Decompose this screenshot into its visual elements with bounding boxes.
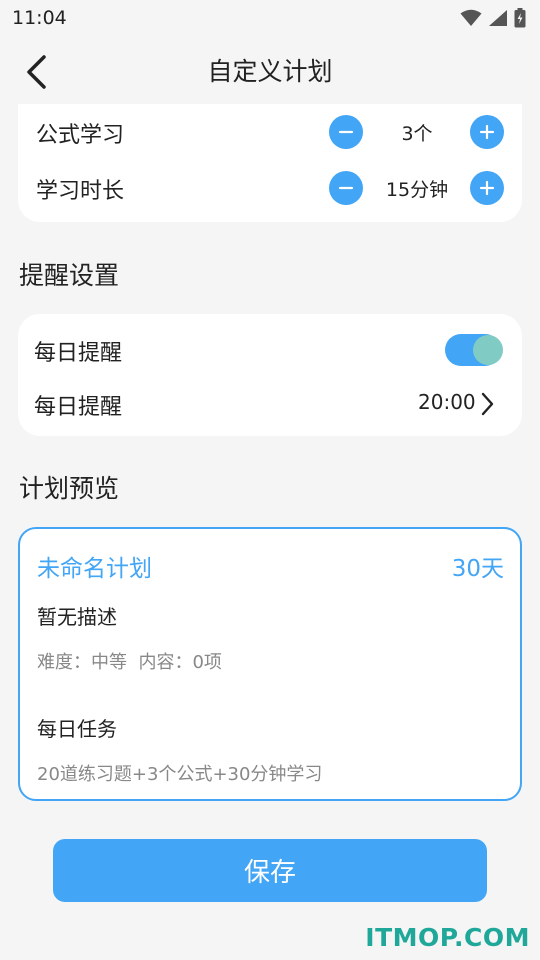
plan-preview-card: 未命名计划 30天 暂无描述 难度：中等 内容：0项 每日任务 20道练习题+3… [18, 527, 522, 801]
minus-icon [338, 186, 354, 190]
formula-study-label: 公式学习 [36, 123, 125, 148]
save-button[interactable]: 保存 [53, 839, 487, 902]
status-bar: 11:04 [0, 0, 540, 36]
daily-reminder-toggle-label: 每日提醒 [34, 341, 123, 366]
plan-days: 30天 [451, 556, 504, 582]
page-title: 自定义计划 [207, 57, 333, 86]
plus-icon [479, 180, 495, 196]
plan-meta: 难度：中等 内容：0项 [37, 652, 222, 673]
battery-icon [514, 8, 526, 28]
plan-name: 未命名计划 [37, 556, 152, 582]
formula-increase-button[interactable] [470, 115, 504, 149]
plan-description: 暂无描述 [37, 605, 117, 629]
duration-decrease-button[interactable] [329, 171, 363, 205]
app-header: 自定义计划 [0, 36, 540, 108]
daily-tasks-title: 每日任务 [37, 717, 117, 741]
back-arrow-icon [27, 55, 46, 89]
study-settings-card: 公式学习 3个 学习时长 15分钟 [18, 104, 522, 222]
status-icons [460, 8, 526, 28]
reminder-section-title: 提醒设置 [19, 261, 120, 290]
daily-reminder-time-value: 20:00 [418, 390, 476, 414]
watermark: ITMOP.COM [365, 923, 530, 952]
daily-reminder-toggle[interactable] [445, 334, 503, 366]
toggle-knob [473, 335, 503, 365]
daily-reminder-time-row[interactable]: 每日提醒 20:00 [18, 374, 522, 434]
preview-section-title: 计划预览 [19, 474, 120, 503]
duration-increase-button[interactable] [470, 171, 504, 205]
formula-count-value: 3个 [401, 123, 433, 145]
study-duration-label: 学习时长 [36, 179, 125, 204]
signal-icon [489, 10, 507, 26]
chevron-right-icon [481, 392, 494, 416]
reminder-card: 每日提醒 每日提醒 20:00 [18, 314, 522, 436]
minus-icon [338, 130, 354, 134]
wifi-icon [460, 9, 482, 26]
daily-reminder-time-label: 每日提醒 [34, 395, 123, 420]
back-button[interactable] [14, 50, 58, 94]
status-time: 11:04 [12, 7, 67, 29]
plus-icon [479, 124, 495, 140]
duration-value: 15分钟 [385, 179, 449, 201]
formula-decrease-button[interactable] [329, 115, 363, 149]
daily-tasks-summary: 20道练习题+3个公式+30分钟学习 [37, 764, 323, 785]
